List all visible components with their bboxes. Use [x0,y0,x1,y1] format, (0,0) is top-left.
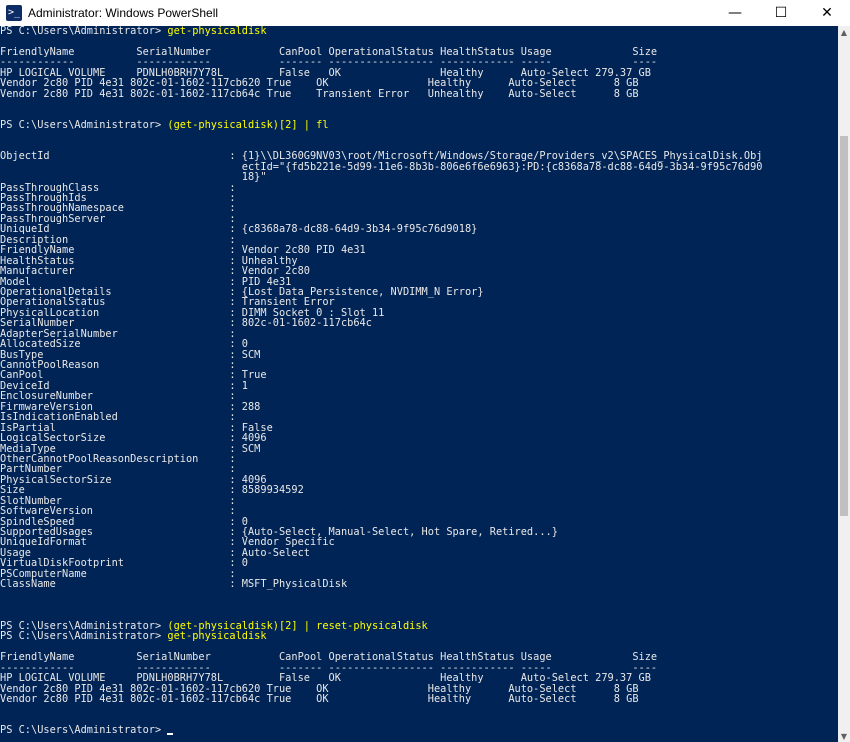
output-text: PS C:\Users\Administrator> [0,26,168,37]
output-text: ClassName : MSFT_PhysicalDisk [0,578,348,591]
command-text: get-physicaldisk [167,630,267,643]
command-text: (get-physicaldisk)[2] | fl [167,118,329,131]
powershell-icon: >_ [6,5,22,21]
title-bar[interactable]: >_ Administrator: Windows PowerShell — ☐… [0,0,850,26]
console-line: PS C:\Users\Administrator> (get-physical… [0,120,838,130]
scrollbar-thumb[interactable] [840,136,848,516]
console-line: PS C:\Users\Administrator> get-physicald… [0,631,838,641]
output-text: PS C:\Users\Administrator> [0,118,168,131]
console-output[interactable]: PS C:\Users\Administrator> get-physicald… [0,26,838,742]
output-text: Vendor 2c80 PID 4e31 802c-01-1602-117cb6… [0,87,639,100]
console-line: ClassName : MSFT_PhysicalDisk [0,579,838,589]
text-cursor [167,732,174,735]
console-line: PS C:\Users\Administrator> [0,724,838,737]
console-line: PS C:\Users\Administrator> get-physicald… [0,26,838,36]
maximize-button[interactable]: ☐ [758,0,804,26]
command-text: get-physicaldisk [167,26,267,37]
minimize-button[interactable]: — [712,0,758,26]
vertical-scrollbar[interactable]: ▲ ▼ [838,26,850,742]
output-text: Vendor 2c80 PID 4e31 802c-01-1602-117cb6… [0,693,639,705]
output-text: PS C:\Users\Administrator> [0,724,168,737]
close-button[interactable]: ✕ [804,0,850,26]
window-title: Administrator: Windows PowerShell [28,6,219,20]
console-line: Vendor 2c80 PID 4e31 802c-01-1602-117cb6… [0,694,838,704]
output-text: PS C:\Users\Administrator> [0,630,168,643]
scroll-down-icon[interactable]: ▼ [838,730,850,742]
console-line: Vendor 2c80 PID 4e31 802c-01-1602-117cb6… [0,87,838,100]
scroll-up-icon[interactable]: ▲ [838,26,850,38]
